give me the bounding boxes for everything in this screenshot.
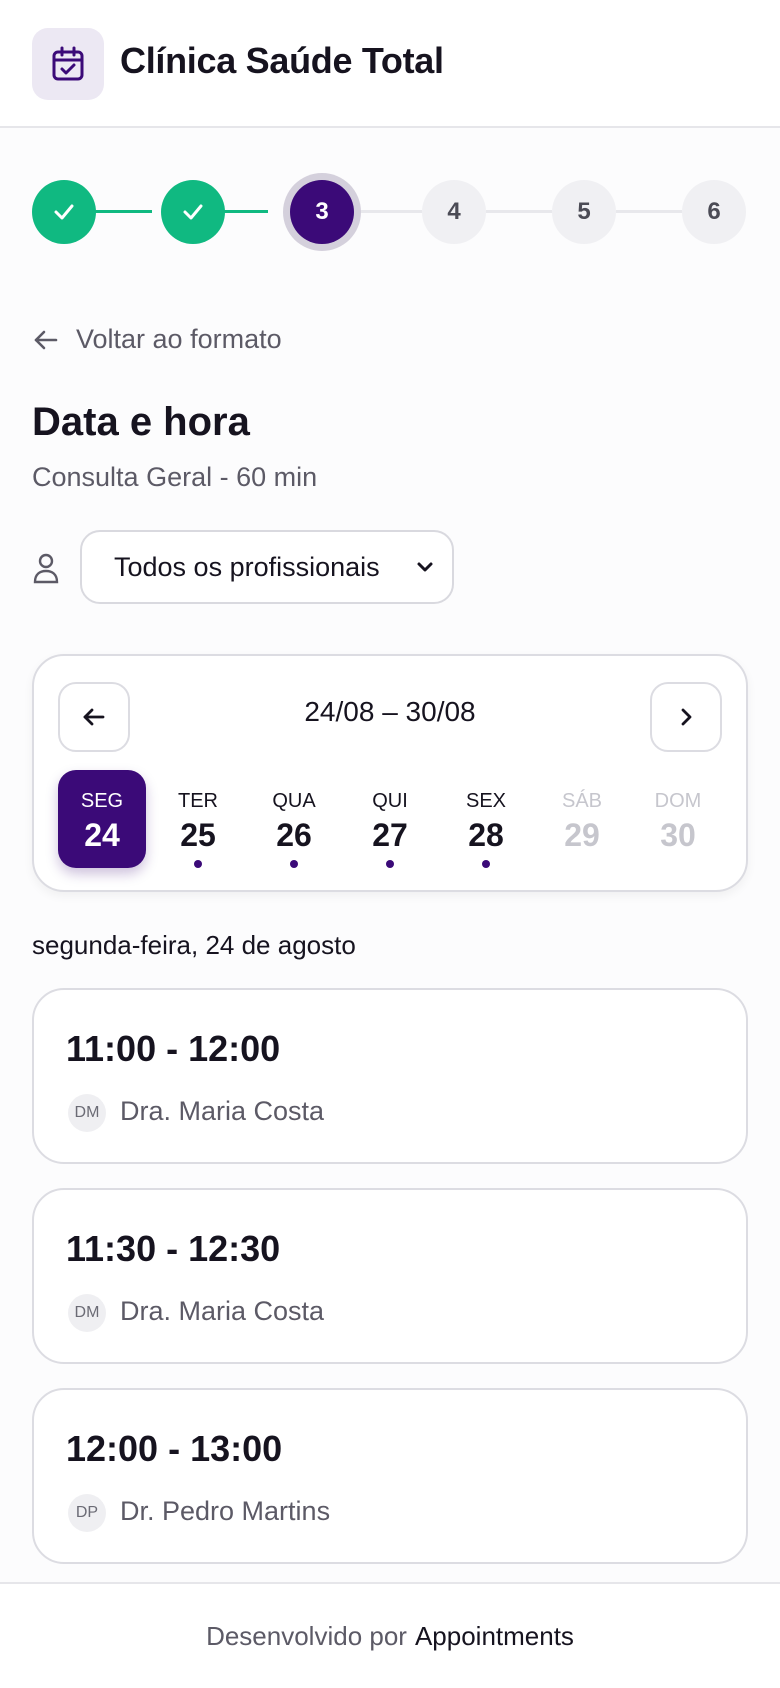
time-slot-card[interactable]: 11:00 - 12:00 DM Dra. Maria Costa (32, 988, 748, 1164)
step-3-current: 3 (290, 180, 354, 244)
day-button-qua[interactable]: QUA 26 (250, 770, 338, 868)
day-button-sab: SÁB 29 (538, 770, 626, 868)
slot-time: 11:30 - 12:30 (66, 1228, 281, 1269)
booking-content: 3 4 5 6 Voltar ao formato Data e hora Co… (0, 128, 780, 1582)
service-subtitle: Consulta Geral - 60 min (32, 462, 318, 492)
calendar-check-icon (32, 28, 104, 100)
slot-professional: Dra. Maria Costa (120, 1096, 325, 1126)
arrow-left-icon (34, 330, 58, 349)
footer: Desenvolvido por Appointments (0, 1582, 780, 1688)
step-connector (92, 210, 152, 213)
week-calendar: 24/08 – 30/08 SEG 24 TER 25 QUA 26 QUI 2… (32, 654, 748, 892)
professional-select[interactable]: Todos os profissionais (80, 530, 454, 604)
step-6: 6 (682, 180, 746, 244)
chevron-down-icon (417, 562, 433, 572)
day-weekday: QUI (372, 790, 408, 812)
chevron-right-icon (681, 708, 692, 726)
clinic-name: Clínica Saúde Total (120, 40, 444, 81)
slot-time: 11:00 - 12:00 (66, 1028, 281, 1069)
check-icon (183, 204, 203, 220)
day-button-qui[interactable]: QUI 27 (346, 770, 434, 868)
day-button-ter[interactable]: TER 25 (154, 770, 242, 868)
professional-select-value: Todos os profissionais (114, 551, 380, 582)
day-weekday: TER (178, 790, 218, 812)
day-number: 30 (660, 817, 696, 853)
day-number: 29 (564, 817, 600, 853)
time-slot-card[interactable]: 11:30 - 12:30 DM Dra. Maria Costa (32, 1188, 748, 1364)
footer-prefix: Desenvolvido por (206, 1620, 407, 1651)
app-header: Clínica Saúde Total (0, 0, 780, 128)
back-link[interactable]: Voltar ao formato (32, 324, 282, 355)
back-link-label: Voltar ao formato (76, 324, 282, 354)
day-number: 27 (372, 817, 408, 853)
avatar: DP (68, 1494, 106, 1532)
page-title: Data e hora (32, 400, 250, 444)
user-icon (32, 552, 60, 589)
day-button-sex[interactable]: SEX 28 (442, 770, 530, 868)
time-slot-card[interactable]: 12:00 - 13:00 DP Dr. Pedro Martins (32, 1388, 748, 1564)
slot-professional: Dr. Pedro Martins (120, 1496, 331, 1526)
day-weekday: SEX (465, 790, 507, 812)
day-number: 28 (468, 817, 504, 853)
selected-date-heading: segunda-feira, 24 de agosto (32, 930, 356, 960)
step-connector (486, 210, 552, 213)
check-icon (54, 204, 74, 220)
week-range: 24/08 – 30/08 (304, 696, 476, 727)
day-number: 24 (84, 817, 120, 853)
step-2-done[interactable] (161, 180, 225, 244)
step-1-done[interactable] (32, 180, 96, 244)
day-button-dom: DOM 30 (634, 770, 722, 868)
footer-brand-link[interactable]: Appointments (415, 1621, 574, 1652)
day-weekday: DOM (654, 790, 702, 812)
avatar: DM (68, 1294, 106, 1332)
availability-dot (194, 860, 202, 868)
day-button-seg[interactable]: SEG 24 (58, 770, 146, 868)
slot-time: 12:00 - 13:00 (66, 1428, 283, 1469)
day-number: 26 (276, 817, 312, 853)
day-weekday: SÁB (561, 790, 603, 812)
day-number: 25 (180, 817, 216, 853)
slot-professional: Dra. Maria Costa (120, 1296, 325, 1326)
day-weekday: QUA (272, 790, 316, 812)
availability-dot (290, 860, 298, 868)
step-connector (616, 210, 682, 213)
avatar: DM (68, 1094, 106, 1132)
availability-dot (386, 860, 394, 868)
day-weekday: SEG (80, 790, 124, 812)
availability-dot (482, 860, 490, 868)
next-week-button[interactable] (650, 682, 722, 752)
step-4: 4 (422, 180, 486, 244)
step-5: 5 (552, 180, 616, 244)
